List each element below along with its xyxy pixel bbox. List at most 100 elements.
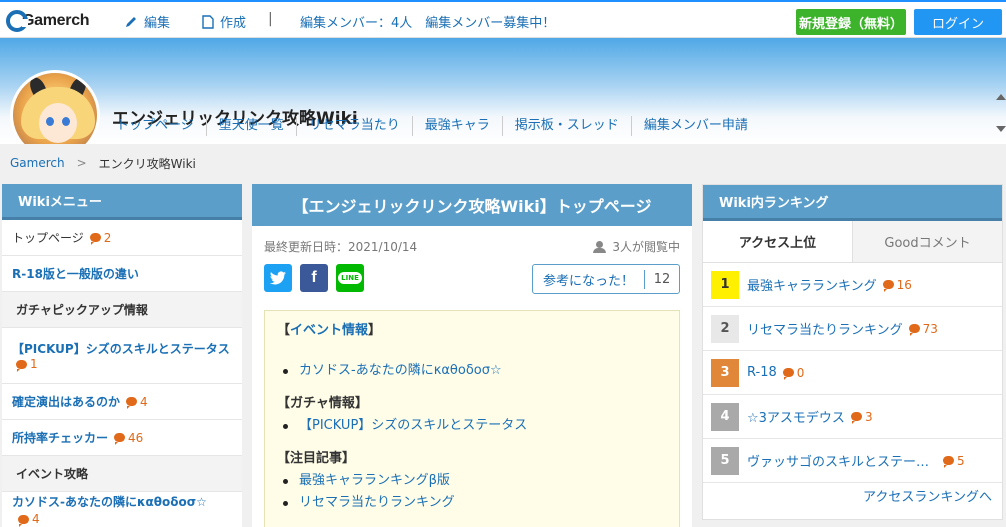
- rank-badge: 1: [711, 270, 739, 299]
- logo-mark-icon: [6, 10, 28, 32]
- list-item[interactable]: 最強キャラランキングβ版: [277, 470, 667, 492]
- rank-title: ヴァッサゴのスキルとステー…: [747, 455, 930, 470]
- rank-badge: 4: [711, 402, 739, 431]
- ranking-item[interactable]: 3 R-18 0: [703, 351, 1002, 395]
- tab-good-comment[interactable]: Goodコメント: [852, 221, 1002, 262]
- ranking-item[interactable]: 2 リセマラ当たりランキング 73: [703, 307, 1002, 351]
- menu-item-confirm-effect[interactable]: 確定演出はあるのか 4: [2, 384, 242, 420]
- menu-item-r18-diff[interactable]: R-18版と一般版の違い: [2, 256, 242, 292]
- ranking-item[interactable]: 5 ヴァッサゴのスキルとステー… 5: [703, 439, 1002, 483]
- comment-icon: [943, 456, 955, 468]
- article-title: 【エンジェリックリンク攻略Wiki】トップページ: [252, 184, 692, 226]
- scroll-up-icon[interactable]: [996, 94, 1006, 100]
- nav-item-top[interactable]: トップページ: [104, 116, 207, 136]
- comment-count: 4: [18, 512, 40, 527]
- pencil-icon: [126, 16, 136, 27]
- comment-count: 3: [850, 410, 873, 424]
- ranking-item[interactable]: 1 最強キャラランキング 16: [703, 263, 1002, 307]
- comment-count: 0: [782, 366, 804, 380]
- logo-text: Gamerch: [22, 12, 90, 29]
- list-item[interactable]: カソドス-あなたの隣にκαθοδοσ☆: [277, 360, 667, 382]
- nav-item-member-apply[interactable]: 編集メンバー申請: [632, 116, 760, 136]
- list-item[interactable]: 【PICKUP】シズのスキルとステータス: [277, 415, 667, 437]
- comment-icon: [882, 280, 894, 292]
- comment-icon: [850, 412, 862, 424]
- section-heading-featured: 【注目記事】: [277, 451, 356, 466]
- line-icon: LINE: [338, 272, 362, 284]
- twitter-share-button[interactable]: [264, 264, 292, 292]
- breadcrumb-root[interactable]: Gamerch: [10, 156, 65, 170]
- comment-icon: [89, 233, 101, 245]
- nav-item-reroll[interactable]: リセマラ当たり: [297, 116, 413, 136]
- ranking-item[interactable]: 4 ☆3アスモデウス 3: [703, 395, 1002, 439]
- tab-access[interactable]: アクセス上位: [703, 221, 852, 262]
- rank-title: R-18: [747, 365, 777, 380]
- line-share-button[interactable]: LINE: [336, 264, 364, 292]
- rank-title: 最強キャラランキング: [747, 279, 877, 294]
- document-icon: [202, 14, 214, 29]
- menu-item-pickup-shizu[interactable]: 【PICKUP】シズのスキルとステータス 1: [2, 328, 242, 384]
- helpful-count: 12: [653, 271, 671, 287]
- nav-item-characters[interactable]: 堕天使一覧: [207, 116, 297, 136]
- comment-count: 4: [126, 395, 148, 409]
- share-buttons: f LINE: [264, 264, 364, 292]
- edit-link[interactable]: 編集: [124, 12, 170, 31]
- section-heading-gacha: 【ガチャ情報】: [277, 396, 368, 411]
- comment-count: 5: [943, 454, 965, 468]
- menu-item-owned-checker[interactable]: 所持率チェッカー 46: [2, 420, 242, 456]
- event-info-link[interactable]: イベント情報: [290, 323, 368, 338]
- menu-section-event: イベント攻略: [2, 456, 242, 492]
- nav-item-strongest[interactable]: 最強キャラ: [413, 116, 503, 136]
- gacha-list: 【PICKUP】シズのスキルとステータス: [277, 415, 667, 437]
- breadcrumb-separator: >: [76, 156, 87, 170]
- article: 【エンジェリックリンク攻略Wiki】トップページ 最終更新日時：2021/10/…: [252, 184, 692, 527]
- ranking-title: Wiki内ランキング: [703, 185, 1002, 221]
- breadcrumb-current: エンクリ攻略Wiki: [98, 156, 196, 171]
- comment-count: 73: [908, 322, 938, 336]
- comment-icon: [126, 397, 138, 409]
- viewer-count: 3人が閲覧中: [592, 238, 680, 255]
- helpful-button[interactable]: 参考になった！ 12: [532, 264, 680, 294]
- create-link[interactable]: 作成: [202, 12, 246, 31]
- comment-icon: [16, 359, 27, 372]
- comment-icon: [114, 433, 126, 445]
- rank-badge: 2: [711, 314, 739, 343]
- last-updated: 最終更新日時：2021/10/14: [264, 240, 418, 254]
- ranking-tabs: アクセス上位 Goodコメント: [703, 221, 1002, 263]
- ranking-list: 1 最強キャラランキング 16 2 リセマラ当たりランキング 73 3 R-18 0 4 ☆3アスモ…: [703, 263, 1002, 483]
- members-link[interactable]: 編集メンバー：4人 編集メンバー募集中！: [300, 12, 555, 31]
- comment-icon: [782, 368, 794, 380]
- menu-item-kathodos[interactable]: カソドス-あなたの隣にκαθοδοσ☆ 4: [2, 492, 242, 527]
- article-content: 【イベント情報】 カソドス-あなたの隣にκαθοδοσ☆ 【ガチャ情報】 【PI…: [264, 310, 680, 527]
- wiki-menu: Wikiメニュー トップページ 2 R-18版と一般版の違い ガチャピックアップ…: [2, 184, 242, 527]
- login-button[interactable]: ログイン: [914, 9, 1002, 35]
- access-ranking-link[interactable]: アクセスランキングへ: [863, 486, 992, 505]
- event-list: カソドス-あなたの隣にκαθοδοσ☆: [277, 360, 667, 382]
- facebook-share-button[interactable]: f: [300, 264, 328, 292]
- twitter-bird-icon: [269, 270, 286, 284]
- topbar-separator: |: [268, 11, 273, 27]
- create-label: 作成: [220, 16, 247, 31]
- menu-item-top[interactable]: トップページ 2: [2, 220, 242, 256]
- rank-title: リセマラ当たりランキング: [747, 323, 903, 338]
- comment-count: 16: [882, 278, 912, 292]
- top-bar: Gamerch 編集 作成 | 編集メンバー：4人 編集メンバー募集中！ 新規登…: [0, 0, 1006, 38]
- register-button[interactable]: 新規登録（無料）: [796, 9, 906, 35]
- scroll-down-icon[interactable]: [996, 126, 1006, 132]
- site-nav: トップページ 堕天使一覧 リセマラ当たり 最強キャラ 掲示板・スレッド 編集メン…: [104, 116, 760, 136]
- featured-list: 最強キャラランキングβ版 リセマラ当たりランキング: [277, 470, 667, 514]
- helpful-label: 参考になった！: [533, 269, 645, 289]
- nav-item-forum[interactable]: 掲示板・スレッド: [503, 116, 632, 136]
- comment-count: 2: [89, 231, 111, 245]
- edit-label: 編集: [144, 16, 171, 31]
- comment-count: 46: [114, 431, 143, 445]
- rank-badge: 3: [711, 358, 739, 387]
- gamerch-logo[interactable]: Gamerch: [6, 8, 90, 34]
- list-item[interactable]: リセマラ当たりランキング: [277, 492, 667, 514]
- breadcrumb: Gamerch > エンクリ攻略Wiki: [0, 144, 1006, 182]
- article-meta: 最終更新日時：2021/10/14 3人が閲覧中: [264, 238, 680, 255]
- rank-title: ☆3アスモデウス: [747, 411, 845, 426]
- ranking-panel: Wiki内ランキング アクセス上位 Goodコメント 1 最強キャラランキング 16…: [702, 184, 1003, 520]
- viewers-icon: [592, 240, 608, 253]
- comment-count: 1: [16, 357, 38, 372]
